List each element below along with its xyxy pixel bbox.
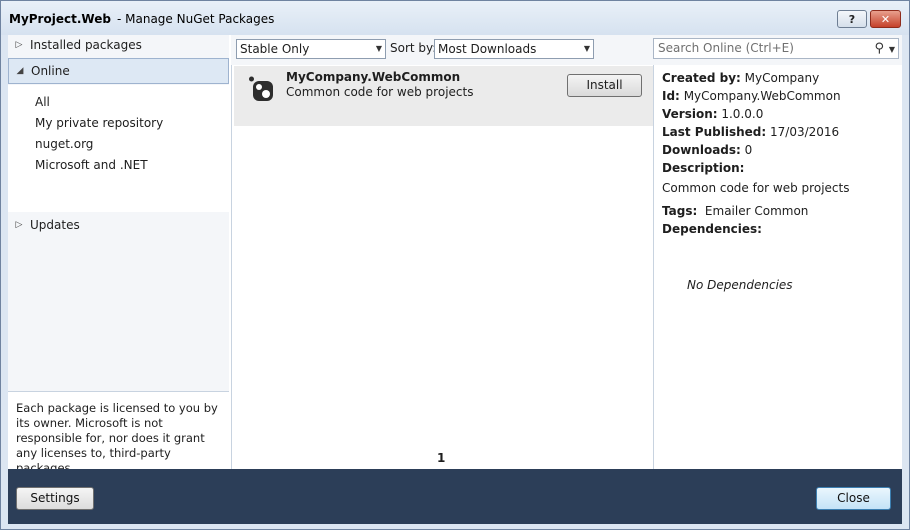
window-close-button[interactable]: ✕ xyxy=(870,10,901,28)
source-item-all[interactable]: All xyxy=(8,93,229,114)
sort-value: Most Downloads xyxy=(438,42,537,56)
close-icon: ✕ xyxy=(880,12,891,26)
close-button[interactable]: Close xyxy=(816,487,891,510)
package-name: MyCompany.WebCommon xyxy=(286,70,461,84)
chevron-down-icon: ▼ xyxy=(375,44,382,53)
package-details-pane: Created by: MyCompany Id: MyCompany.WebC… xyxy=(653,65,902,469)
chevron-down-icon: ▼ xyxy=(583,44,590,53)
nuget-package-icon xyxy=(249,76,273,101)
source-item-nuget-org[interactable]: nuget.org xyxy=(8,135,229,156)
source-item-microsoft-net[interactable]: Microsoft and .NET xyxy=(8,156,229,177)
filter-toolbar: Stable Only ▼ Sort by: Most Downloads ▼ … xyxy=(231,35,902,65)
settings-button[interactable]: Settings xyxy=(16,487,94,510)
detail-last-published: Last Published: 17/03/2016 xyxy=(662,125,840,139)
dialog-footer: Settings Close xyxy=(8,469,902,524)
dialog-title: - Manage NuGet Packages xyxy=(117,12,275,26)
search-placeholder: Search Online (Ctrl+E) xyxy=(658,41,794,55)
search-icon[interactable]: ⚲ xyxy=(874,39,884,58)
project-title: MyProject.Web xyxy=(9,12,111,26)
install-button[interactable]: Install xyxy=(567,74,642,97)
package-list: MyCompany.WebCommon Common code for web … xyxy=(231,65,653,469)
detail-version: Version: 1.0.0.0 xyxy=(662,107,764,121)
page-number[interactable]: 1 xyxy=(437,451,445,465)
search-input[interactable]: Search Online (Ctrl+E) ⚲ ▼ xyxy=(653,38,899,59)
category-label: Updates xyxy=(30,218,80,232)
sort-by-label: Sort by: xyxy=(390,41,437,55)
sort-dropdown[interactable]: Most Downloads ▼ xyxy=(434,39,594,59)
left-pane: ▷ Installed packages ◢ Online All My pri… xyxy=(8,33,229,475)
online-sources-list: All My private repository nuget.org Micr… xyxy=(8,85,229,212)
release-filter-value: Stable Only xyxy=(240,42,310,56)
help-button[interactable]: ? xyxy=(837,10,867,28)
dialog-content: ▷ Installed packages ◢ Online All My pri… xyxy=(8,33,902,475)
detail-id: Id: MyCompany.WebCommon xyxy=(662,89,841,103)
category-installed-packages[interactable]: ▷ Installed packages xyxy=(8,33,229,57)
category-label: Installed packages xyxy=(30,38,142,52)
no-dependencies-text: No Dependencies xyxy=(687,278,793,292)
help-icon: ? xyxy=(848,12,856,26)
nuget-dialog-window: MyProject.Web - Manage NuGet Packages ? … xyxy=(0,0,910,530)
detail-downloads: Downloads: 0 xyxy=(662,143,753,157)
collapse-arrow-icon: ◢ xyxy=(16,66,24,76)
package-description: Common code for web projects xyxy=(286,85,474,99)
source-item-private-repository[interactable]: My private repository xyxy=(8,114,229,135)
category-label: Online xyxy=(31,64,70,78)
detail-created-by: Created by: MyCompany xyxy=(662,71,820,85)
license-notice: Each package is licensed to you by its o… xyxy=(8,391,229,475)
detail-description-label: Description: xyxy=(662,161,745,175)
expand-arrow-icon: ▷ xyxy=(15,220,23,230)
chevron-down-icon[interactable]: ▼ xyxy=(889,40,895,59)
category-updates[interactable]: ▷ Updates xyxy=(8,213,229,237)
detail-description: Common code for web projects xyxy=(662,181,850,195)
category-online[interactable]: ◢ Online xyxy=(8,58,229,84)
detail-tags: Tags: Emailer Common xyxy=(662,204,809,218)
package-list-item[interactable]: MyCompany.WebCommon Common code for web … xyxy=(234,66,653,126)
detail-dependencies-label: Dependencies: xyxy=(662,222,762,236)
expand-arrow-icon: ▷ xyxy=(15,40,23,50)
title-bar: MyProject.Web - Manage NuGet Packages ? … xyxy=(1,1,909,35)
release-filter-dropdown[interactable]: Stable Only ▼ xyxy=(236,39,386,59)
